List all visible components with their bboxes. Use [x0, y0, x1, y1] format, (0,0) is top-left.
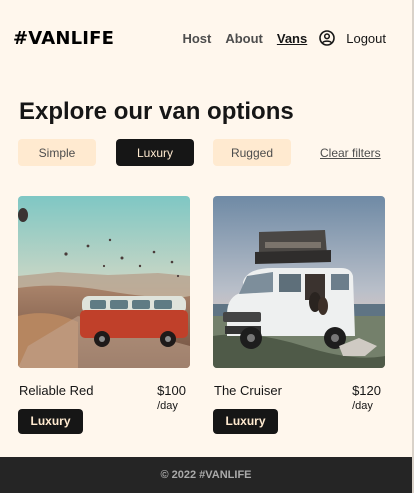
- clear-filters-link[interactable]: Clear filters: [320, 146, 381, 160]
- van-price-unit: /day: [352, 400, 373, 412]
- van-photo-the-cruiser[interactable]: [213, 196, 385, 368]
- van-photo-reliable-red[interactable]: [18, 196, 190, 368]
- van-name: The Cruiser: [214, 383, 282, 398]
- filter-luxury-button[interactable]: Luxury: [116, 139, 194, 166]
- van-price: $120 /day: [352, 383, 381, 412]
- van-type-badge[interactable]: Luxury: [213, 408, 278, 434]
- nav-link-host[interactable]: Host: [182, 31, 211, 46]
- van-type-badge[interactable]: Luxury: [18, 408, 83, 434]
- nav-link-about[interactable]: About: [225, 31, 263, 46]
- filter-rugged-button[interactable]: Rugged: [213, 139, 291, 166]
- footer-copyright: © 2022 #VANLIFE: [160, 469, 252, 481]
- van-card[interactable]: Reliable Red $100 /day Luxury: [18, 196, 190, 434]
- van-price-value: $100: [157, 383, 186, 398]
- main-nav: Host About Vans Logout: [168, 30, 386, 46]
- site-logo[interactable]: #VANLIFE: [13, 28, 114, 49]
- van-card[interactable]: The Cruiser $120 /day Luxury: [213, 196, 385, 434]
- filter-simple-button[interactable]: Simple: [18, 139, 96, 166]
- van-price-unit: /day: [157, 400, 178, 412]
- page-title: Explore our van options: [19, 98, 294, 125]
- filter-bar: Simple Luxury Rugged Clear filters: [18, 139, 412, 166]
- van-list: Reliable Red $100 /day Luxury The Cruise…: [18, 196, 412, 434]
- van-name: Reliable Red: [19, 383, 94, 398]
- van-price-value: $120: [352, 383, 381, 398]
- logout-link[interactable]: Logout: [346, 31, 386, 46]
- user-circle-icon[interactable]: [319, 30, 336, 46]
- top-navbar: #VANLIFE Host About Vans Logout: [0, 0, 412, 76]
- site-footer: © 2022 #VANLIFE: [0, 457, 412, 493]
- nav-link-vans[interactable]: Vans: [277, 31, 307, 46]
- van-price: $100 /day: [157, 383, 186, 412]
- app-window: #VANLIFE Host About Vans Logout Explore …: [0, 0, 414, 493]
